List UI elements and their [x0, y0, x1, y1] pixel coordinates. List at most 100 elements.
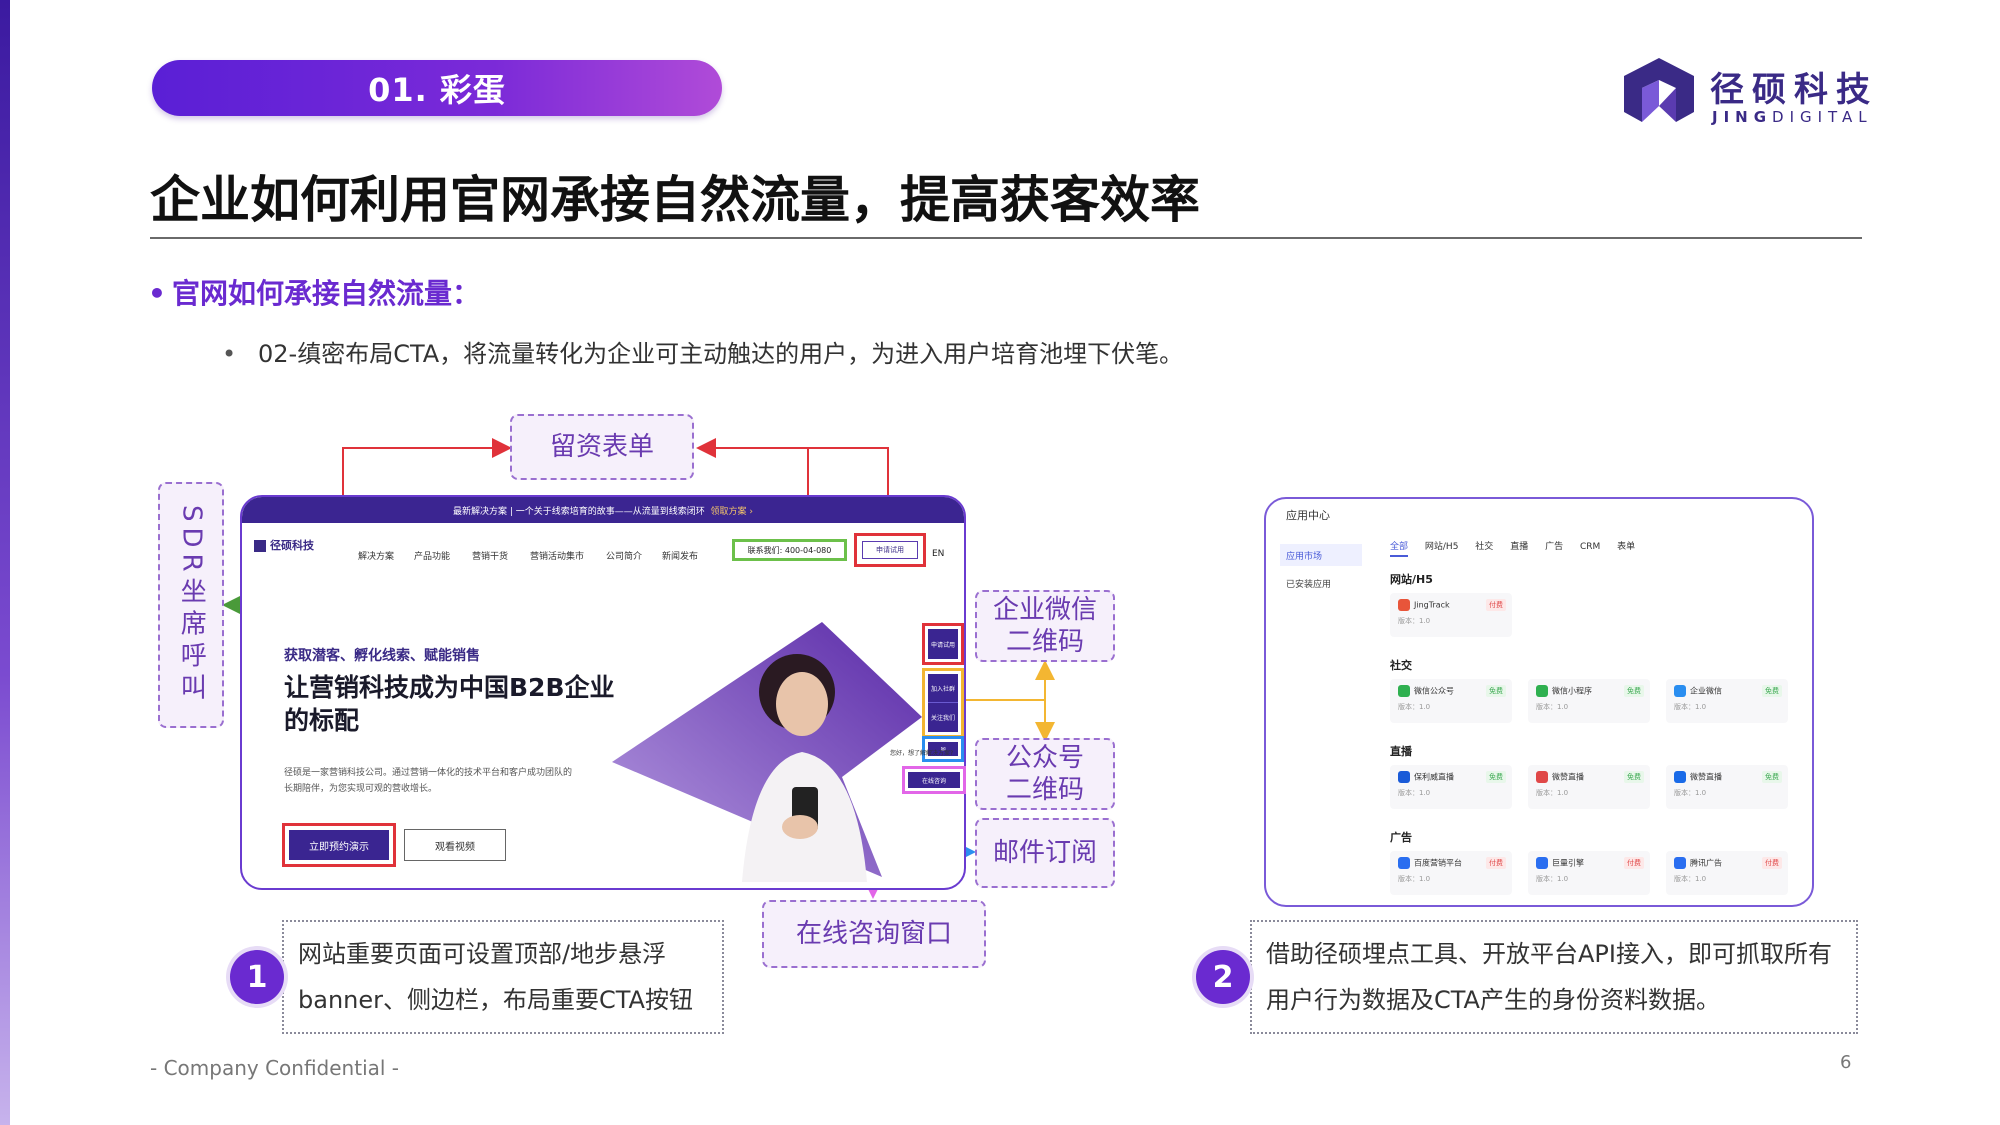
app-card-badge: 免费	[1486, 685, 1506, 697]
app-card-badge: 付费	[1762, 857, 1782, 869]
app-card-badge: 免费	[1486, 771, 1506, 783]
site-logo[interactable]: 径硕科技	[254, 537, 314, 553]
app-icon	[1398, 685, 1410, 697]
site-contact-box[interactable]: 联系我们: 400-04-080	[732, 539, 847, 561]
app-card-badge: 免费	[1624, 771, 1644, 783]
app-sidebar-installed[interactable]: 已安装应用	[1280, 572, 1362, 594]
app-card-badge: 付费	[1624, 857, 1644, 869]
site-nav-item[interactable]: 营销活动集市	[530, 549, 584, 562]
step2-caption: 借助径硕埋点工具、开放平台API接入，即可抓取所有用户行为数据及CTA产生的身份…	[1250, 920, 1858, 1034]
app-tab-form[interactable]: 表单	[1617, 539, 1635, 552]
site-top-banner[interactable]: 最新解决方案 | 一个关于线索培育的故事——从流量到线索闭环 领取方案 ›	[242, 497, 964, 523]
app-section-title: 直播	[1390, 745, 1412, 758]
app-card-badge: 免费	[1762, 771, 1782, 783]
label-lead-form: 留资表单	[510, 414, 694, 480]
site-lang-switch[interactable]: EN	[932, 549, 944, 559]
brand-name-en: JINGDIGITAL	[1712, 108, 1873, 126]
app-card[interactable]: 巨量引擎 版本：1.0 付费	[1528, 851, 1650, 895]
hero-headline: 让营销科技成为中国B2B企业的标配	[284, 673, 615, 735]
app-center-mockup: 应用中心 应用市场 已安装应用 全部 网站/H5 社交 直播 广告 CRM 表单…	[1264, 497, 1814, 907]
site-nav-item[interactable]: 产品功能	[414, 549, 450, 562]
app-card-version: 版本：1.0	[1398, 789, 1431, 797]
app-card[interactable]: 微信小程序 版本：1.0 免费	[1528, 679, 1650, 723]
side-community-cta[interactable]: 加入社群 关注我们	[922, 668, 964, 738]
app-card-badge: 免费	[1624, 685, 1644, 697]
app-card[interactable]: 保利威直播 版本：1.0 免费	[1390, 765, 1512, 809]
app-card-version: 版本：1.0	[1536, 789, 1569, 797]
brand-mark-icon	[1624, 58, 1694, 122]
chat-prompt: 您好，想了解解决方案?	[890, 750, 954, 757]
app-icon	[1398, 857, 1410, 869]
left-accent-bar	[0, 0, 10, 1125]
label-mp-qr: 公众号 二维码	[975, 738, 1115, 810]
site-trial-cta[interactable]: 申请试用	[854, 533, 926, 567]
label-wecom-qr: 企业微信 二维码	[975, 590, 1115, 662]
app-card-version: 版本：1.0	[1536, 875, 1569, 883]
hero-illustration	[612, 622, 922, 882]
side-chat-cta[interactable]: 在线咨询	[902, 766, 966, 794]
section-label: 01. 彩蛋	[152, 60, 722, 116]
app-tab-web[interactable]: 网站/H5	[1425, 539, 1459, 552]
app-icon	[1536, 685, 1548, 697]
footer-confidential: - Company Confidential -	[150, 1056, 400, 1080]
side-trial-cta[interactable]: 申请试用	[922, 623, 964, 665]
book-demo-button[interactable]: 立即预约演示	[289, 830, 389, 860]
app-section-title: 网站/H5	[1390, 573, 1433, 586]
app-card-version: 版本：1.0	[1674, 875, 1707, 883]
app-card[interactable]: 企业微信 版本：1.0 免费	[1666, 679, 1788, 723]
app-icon	[1674, 685, 1686, 697]
app-card-version: 版本：1.0	[1674, 789, 1707, 797]
step1-number: 1	[230, 950, 284, 1004]
label-sdr-call: SDR坐席呼叫	[158, 482, 224, 728]
app-card[interactable]: 百度营销平台 版本：1.0 付费	[1390, 851, 1512, 895]
site-logo-icon	[254, 540, 266, 552]
step2-number: 2	[1196, 950, 1250, 1004]
app-card-badge: 付费	[1486, 599, 1506, 611]
label-email-subscribe: 邮件订阅	[975, 818, 1115, 888]
app-icon	[1536, 771, 1548, 783]
app-card[interactable]: 微赞直播 版本：1.0 免费	[1528, 765, 1650, 809]
app-card[interactable]: 微赞直播 版本：1.0 免费	[1666, 765, 1788, 809]
step1-caption: 网站重要页面可设置顶部/地步悬浮banner、侧边栏，布局重要CTA按钮	[282, 920, 724, 1034]
website-mockup: 最新解决方案 | 一个关于线索培育的故事——从流量到线索闭环 领取方案 › 径硕…	[240, 495, 966, 890]
label-online-chat: 在线咨询窗口	[762, 900, 986, 968]
app-card[interactable]: JingTrack 版本：1.0 付费	[1390, 593, 1512, 637]
app-tab-all[interactable]: 全部	[1390, 539, 1409, 557]
app-tab-crm[interactable]: CRM	[1580, 542, 1600, 552]
app-icon	[1674, 857, 1686, 869]
bullet-sub: • 02-缜密布局CTA，将流量转化为企业可主动触达的用户，为进入用户培育池埋下伏…	[222, 340, 1184, 368]
app-card-version: 版本：1.0	[1398, 617, 1431, 625]
app-tab-ads[interactable]: 广告	[1545, 539, 1563, 552]
app-section-title: 社交	[1390, 659, 1412, 672]
site-nav-item[interactable]: 营销干货	[472, 549, 508, 562]
app-center-title: 应用中心	[1286, 509, 1330, 522]
app-card-version: 版本：1.0	[1674, 703, 1707, 711]
site-nav-item[interactable]: 新闻发布	[662, 549, 698, 562]
app-section-title: 广告	[1390, 831, 1412, 844]
brand-name-cn: 径硕科技	[1710, 70, 1878, 110]
site-nav-item[interactable]: 解决方案	[358, 549, 394, 562]
app-card-badge: 付费	[1486, 857, 1506, 869]
demo-cta-highlight: 立即预约演示	[282, 823, 396, 867]
hero-description: 径硕是一家营销科技公司。通过营销一体化的技术平台和客户成功团队的长期陪伴，为您实…	[284, 768, 573, 795]
app-tabs: 全部 网站/H5 社交 直播 广告 CRM 表单	[1390, 539, 1649, 557]
app-tab-social[interactable]: 社交	[1475, 539, 1493, 552]
watch-video-button[interactable]: 观看视频	[404, 829, 506, 861]
bullet-main: • 官网如何承接自然流量：	[148, 277, 481, 310]
hero-tagline: 获取潜客、孵化线索、赋能销售	[284, 648, 480, 664]
title-divider	[150, 237, 1862, 239]
app-sidebar: 应用市场 已安装应用	[1280, 544, 1362, 600]
app-card[interactable]: 腾讯广告 版本：1.0 付费	[1666, 851, 1788, 895]
app-card-version: 版本：1.0	[1398, 875, 1431, 883]
app-icon	[1536, 857, 1548, 869]
site-nav-item[interactable]: 公司简介	[606, 549, 642, 562]
page-title: 企业如何利用官网承接自然流量，提高获客效率	[150, 171, 1200, 229]
app-card[interactable]: 微信公众号 版本：1.0 免费	[1390, 679, 1512, 723]
app-sidebar-market[interactable]: 应用市场	[1280, 544, 1362, 566]
app-tab-live[interactable]: 直播	[1510, 539, 1528, 552]
app-card-version: 版本：1.0	[1536, 703, 1569, 711]
app-icon	[1398, 599, 1410, 611]
page-number: 6	[1840, 1052, 1852, 1073]
brand-logo: 径硕科技 JINGDIGITAL	[1620, 56, 1870, 130]
app-card-badge: 免费	[1762, 685, 1782, 697]
